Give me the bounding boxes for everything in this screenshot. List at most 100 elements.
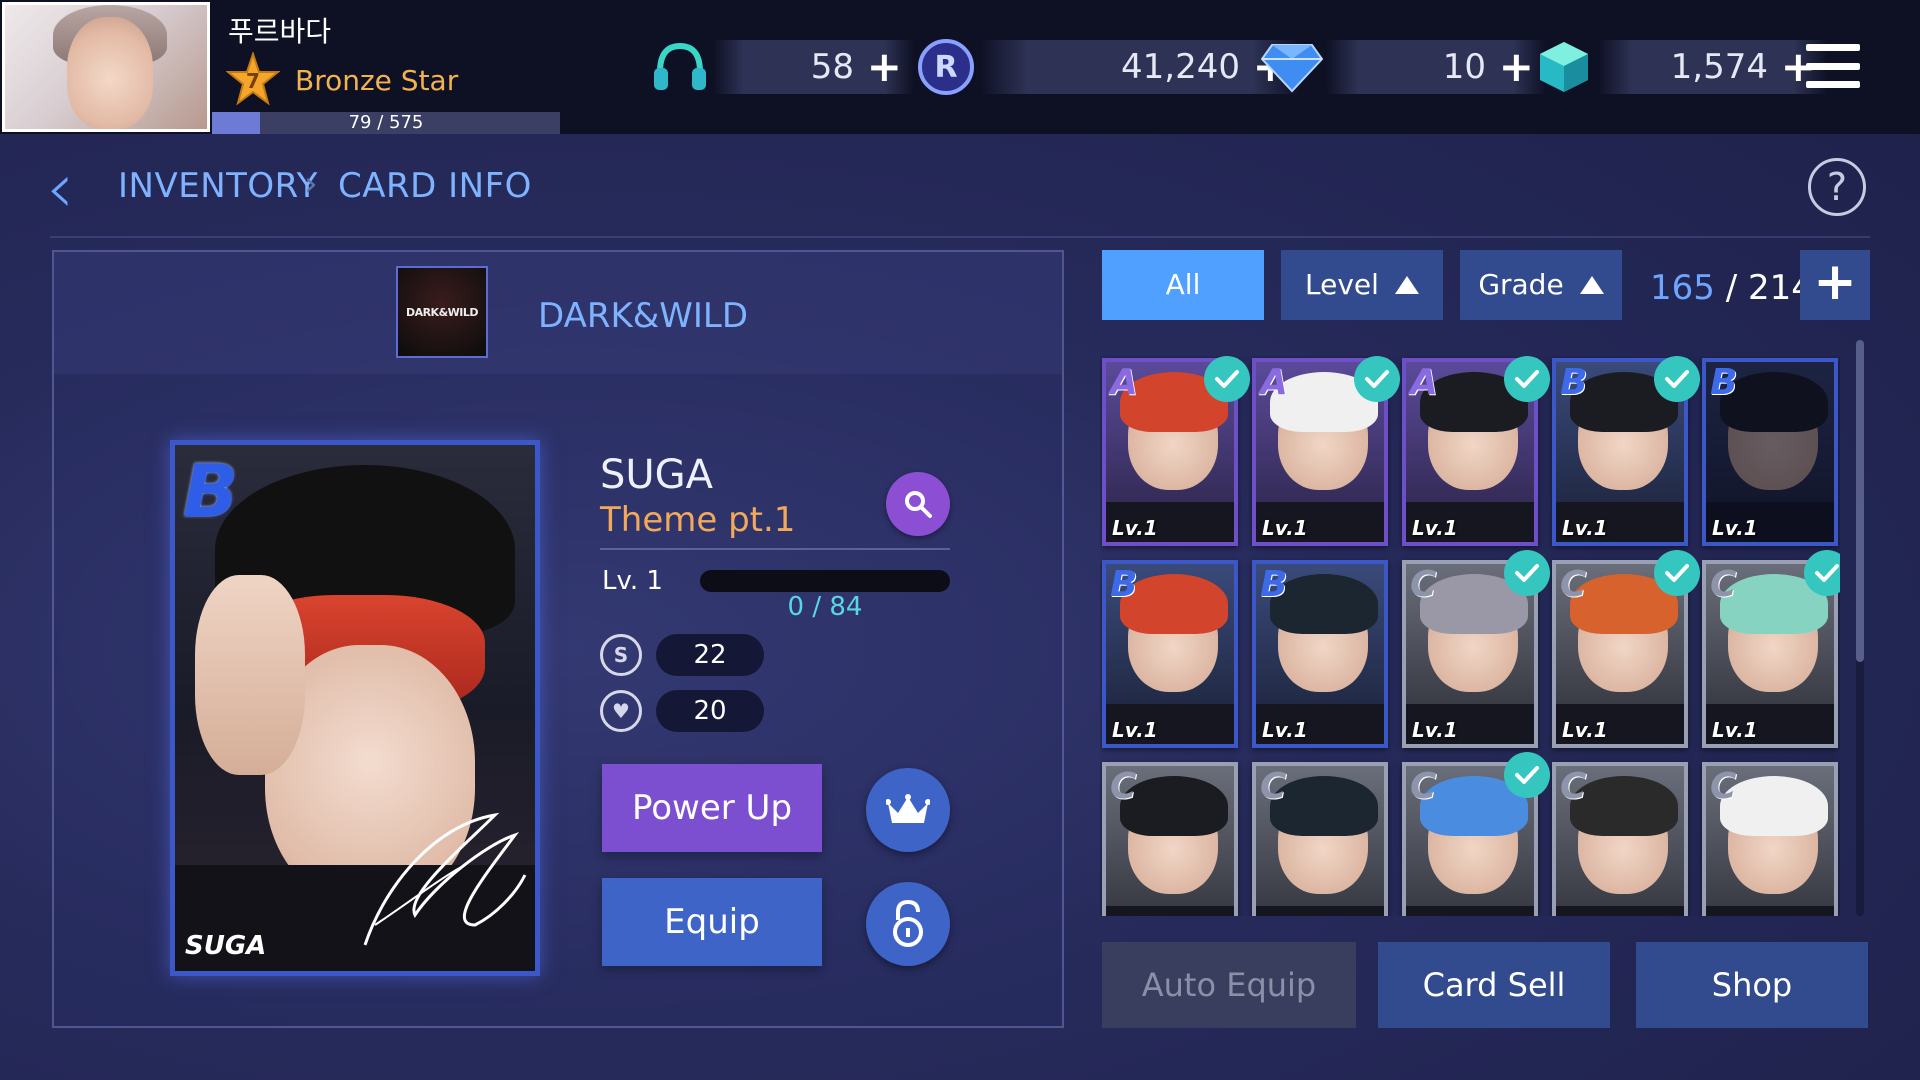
info-divider xyxy=(600,548,950,550)
breadcrumb-card-info: CARD INFO xyxy=(338,166,532,206)
card-level: Lv.1 xyxy=(1112,516,1158,540)
equipped-check-icon xyxy=(1354,356,1400,402)
stat-heart-value: 20 xyxy=(656,690,764,732)
card-level: Lv.1 xyxy=(1562,516,1608,540)
menu-icon[interactable] xyxy=(1806,44,1860,88)
inventory-count-current: 165 xyxy=(1650,268,1715,308)
card-grade: A xyxy=(1260,362,1288,403)
card-grade: C xyxy=(1260,766,1287,807)
card-level: Lv.1 xyxy=(1562,718,1608,742)
sort-grade-button[interactable]: Grade xyxy=(1460,250,1622,320)
card-grade: C xyxy=(1410,766,1437,807)
selected-card-name-overlay: SUGA xyxy=(185,931,267,961)
card-grade: C xyxy=(1710,766,1737,807)
card-detail-panel: DARK&WILD DARK&WILD B SUGA SUGA Theme pt… xyxy=(52,250,1064,1028)
breadcrumb-inventory[interactable]: INVENTORY xyxy=(118,166,318,206)
equipped-check-icon xyxy=(1504,356,1550,402)
currency-diamond-add-button[interactable]: + xyxy=(1499,46,1534,88)
currency-cube-gem: 1,574 + xyxy=(1530,36,1828,98)
r-coin-icon: R xyxy=(912,36,980,98)
card-grade: C xyxy=(1560,766,1587,807)
inventory-count: 165 / 214 xyxy=(1650,268,1813,308)
card-grade: B xyxy=(1560,362,1588,403)
unlock-icon xyxy=(893,900,923,947)
album-strip: DARK&WILD DARK&WILD xyxy=(54,252,1062,374)
rank-name: Bronze Star xyxy=(295,64,459,97)
selected-card-grade: B xyxy=(183,449,238,533)
currency-diamond-value: 10 xyxy=(1442,47,1486,87)
sort-grade-label: Grade xyxy=(1478,268,1564,301)
selected-card-image: B SUGA xyxy=(170,440,540,976)
shop-button[interactable]: Shop xyxy=(1636,942,1868,1028)
expand-inventory-button[interactable]: + xyxy=(1800,250,1870,320)
card-level: Lv.1 xyxy=(1412,516,1458,540)
inventory-card[interactable]: B Lv.1 xyxy=(1102,560,1238,748)
card-grade: C xyxy=(1110,766,1137,807)
rank-level: 7 xyxy=(246,69,260,93)
card-grid-scroll-thumb[interactable] xyxy=(1856,340,1864,662)
breadcrumb-separator-icon: › xyxy=(304,164,318,204)
card-exp-bar xyxy=(700,570,950,592)
card-level: Lv.1 xyxy=(1262,516,1308,540)
card-level: Lv.1 xyxy=(1412,718,1458,742)
equip-button[interactable]: Equip xyxy=(602,878,822,966)
help-button[interactable]: ? xyxy=(1808,158,1866,216)
card-grade: B xyxy=(1110,564,1138,605)
inventory-card[interactable]: C xyxy=(1552,762,1688,916)
signature-icon xyxy=(363,812,527,946)
header-divider xyxy=(50,236,1870,238)
card-grade: A xyxy=(1110,362,1138,403)
sort-level-label: Level xyxy=(1305,268,1379,301)
card-theme: Theme pt.1 xyxy=(600,500,796,540)
sort-level-button[interactable]: Level xyxy=(1281,250,1443,320)
album-cover-text: DARK&WILD xyxy=(405,305,479,319)
magnifier-icon xyxy=(905,491,932,518)
card-grid[interactable]: A Lv.1 A Lv.1 A Lv.1 B Lv.1 B Lv.1 B Lv.1 B Lv.1 C Lv.1… xyxy=(1100,356,1840,916)
card-level: Lv.1 xyxy=(1262,718,1308,742)
zoom-button[interactable] xyxy=(886,472,950,536)
card-grade: C xyxy=(1560,564,1587,605)
currency-headphones-add-button[interactable]: + xyxy=(867,46,902,88)
sort-ascending-icon xyxy=(1579,276,1604,294)
filter-all-tab[interactable]: All xyxy=(1102,250,1264,320)
equipped-check-icon xyxy=(1504,550,1550,596)
card-grade: A xyxy=(1410,362,1438,403)
card-grade: C xyxy=(1410,564,1437,605)
currency-headphones: 58 + xyxy=(646,36,914,98)
card-grade: C xyxy=(1710,564,1737,605)
equipped-check-icon xyxy=(1654,550,1700,596)
currency-diamond: 10 + xyxy=(1258,36,1546,98)
crown-icon xyxy=(886,794,930,823)
card-exp-text: 0 / 84 xyxy=(787,592,863,622)
lock-button[interactable] xyxy=(866,882,950,966)
card-level: Lv.1 xyxy=(1712,516,1758,540)
cube-gem-icon xyxy=(1530,36,1598,98)
card-grid-scrollbar[interactable] xyxy=(1856,340,1864,916)
currency-r-coin-value: 41,240 xyxy=(1121,47,1240,87)
inventory-card[interactable]: B Lv.1 xyxy=(1702,358,1838,546)
inventory-card[interactable]: C xyxy=(1252,762,1388,916)
heart-icon: ♥ xyxy=(600,690,642,732)
crown-button[interactable] xyxy=(866,768,950,852)
stat-s-value: 22 xyxy=(656,634,764,676)
back-arrow-icon[interactable]: ‹ xyxy=(46,153,74,223)
equipped-check-icon xyxy=(1204,356,1250,402)
profile-avatar[interactable] xyxy=(2,2,210,132)
card-grade: B xyxy=(1260,564,1288,605)
inventory-count-slash: / xyxy=(1725,268,1748,308)
power-up-button[interactable]: Power Up xyxy=(602,764,822,852)
card-sell-button[interactable]: Card Sell xyxy=(1378,942,1610,1028)
auto-equip-button[interactable]: Auto Equip xyxy=(1102,942,1356,1028)
currency-diamond-box: 10 + xyxy=(1326,40,1546,94)
inventory-card[interactable]: B Lv.1 xyxy=(1252,560,1388,748)
currency-cube-gem-box: 1,574 + xyxy=(1598,40,1828,94)
diamond-icon xyxy=(1258,36,1326,98)
inventory-card[interactable]: C xyxy=(1702,762,1838,916)
card-level: Lv.1 xyxy=(1112,718,1158,742)
album-cover: DARK&WILD xyxy=(396,266,488,358)
card-member-name: SUGA xyxy=(600,452,714,498)
inventory-card[interactable]: C xyxy=(1102,762,1238,916)
xp-bar: 79 / 575 xyxy=(212,112,560,134)
equipped-check-icon xyxy=(1654,356,1700,402)
equipped-check-icon xyxy=(1504,752,1550,798)
